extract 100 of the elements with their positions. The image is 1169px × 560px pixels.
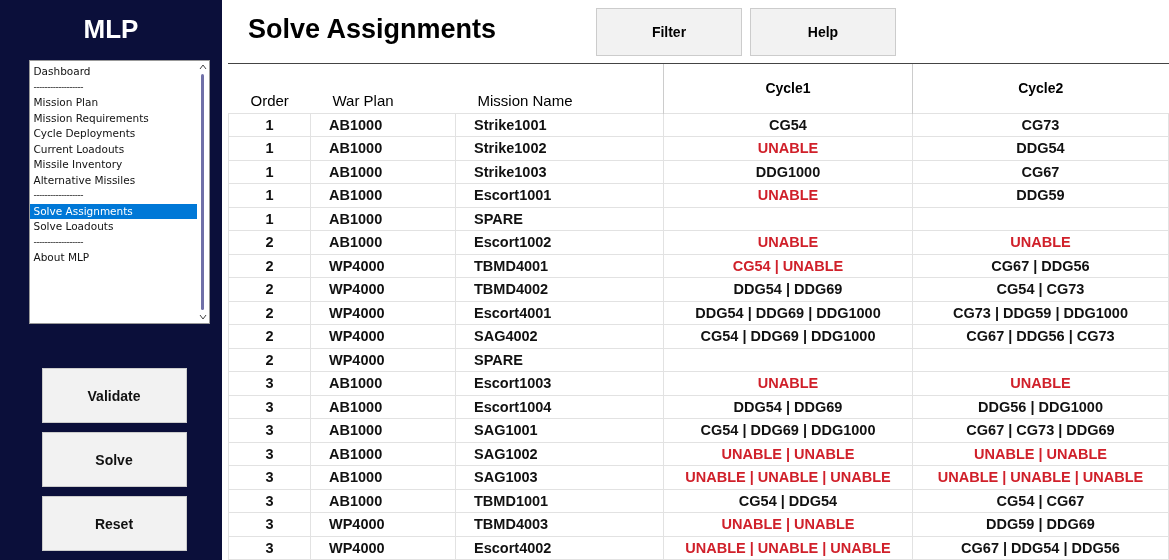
menu-item[interactable]: Solve Loadouts xyxy=(29,219,197,235)
table-cell: Escort1001 xyxy=(455,183,664,207)
table-cell: 2 xyxy=(228,254,311,278)
menu-separator: ------------------ xyxy=(32,235,84,249)
table-cell: DDG54 | DDG69 xyxy=(663,277,913,301)
table-cell: SPARE xyxy=(455,348,664,372)
table-cell: 3 xyxy=(228,465,311,489)
table-cell: AB1000 xyxy=(310,207,456,231)
table-cell: UNABLE | UNABLE xyxy=(663,442,913,466)
table-cell: UNABLE xyxy=(912,230,1169,254)
table-cell: AB1000 xyxy=(310,113,456,137)
table-cell: CG67 | DDG56 xyxy=(912,254,1169,278)
table-cell: 2 xyxy=(228,301,311,325)
table-cell: 3 xyxy=(228,442,311,466)
table-cell: Escort4001 xyxy=(455,301,664,325)
table-cell: DDG54 xyxy=(912,136,1169,160)
table-cell: CG67 | CG73 | DDG69 xyxy=(912,418,1169,442)
table-cell: SAG1001 xyxy=(455,418,664,442)
table-cell: 1 xyxy=(228,136,311,160)
action-button[interactable]: Solve xyxy=(41,432,187,487)
table-cell: UNABLE | UNABLE | UNABLE xyxy=(663,536,913,560)
table-cell: Strike1001 xyxy=(455,113,664,137)
table-cell: AB1000 xyxy=(310,442,456,466)
action-button[interactable]: Validate xyxy=(41,368,187,423)
table-cell: AB1000 xyxy=(310,465,456,489)
toolbar-button[interactable]: Help xyxy=(750,8,896,56)
table-cell: CG54 | UNABLE xyxy=(663,254,913,278)
column-header: Order xyxy=(228,63,311,113)
table-cell: WP4000 xyxy=(310,512,456,536)
column-header: Mission Name xyxy=(455,63,664,113)
table-cell: AB1000 xyxy=(310,489,456,513)
menu-item[interactable]: Solve Assignments xyxy=(29,203,197,219)
table-cell: 3 xyxy=(228,489,311,513)
table-cell: CG54 | DDG69 | DDG1000 xyxy=(663,324,913,348)
table-cell: CG67 | DDG54 | DDG56 xyxy=(912,536,1169,560)
table-cell: CG73 | DDG59 | DDG1000 xyxy=(912,301,1169,325)
table-cell: WP4000 xyxy=(310,277,456,301)
table-cell: CG54 xyxy=(663,113,913,137)
table-cell: Strike1003 xyxy=(455,160,664,184)
table-cell: DDG56 | DDG1000 xyxy=(912,395,1169,419)
table-cell: WP4000 xyxy=(310,254,456,278)
table-cell: TBMD4002 xyxy=(455,277,664,301)
scroll-down-icon[interactable] xyxy=(198,314,207,320)
table-cell: WP4000 xyxy=(310,324,456,348)
table-cell: WP4000 xyxy=(310,348,456,372)
table-cell: UNABLE xyxy=(663,183,913,207)
table-cell: AB1000 xyxy=(310,418,456,442)
menu-item[interactable]: Dashboard xyxy=(29,64,197,80)
table-cell: 2 xyxy=(228,277,311,301)
table-cell: Escort4002 xyxy=(455,536,664,560)
table-cell: 2 xyxy=(228,230,311,254)
app-title: MLP xyxy=(83,14,139,46)
table-cell: 1 xyxy=(228,207,311,231)
table-cell: CG67 | DDG56 | CG73 xyxy=(912,324,1169,348)
table-cell: WP4000 xyxy=(310,301,456,325)
table-cell: UNABLE xyxy=(912,371,1169,395)
menu-item[interactable]: About MLP xyxy=(29,250,197,266)
table-cell: 1 xyxy=(228,183,311,207)
menu-item[interactable]: Mission Plan xyxy=(29,95,197,111)
table-cell: UNABLE | UNABLE | UNABLE xyxy=(912,465,1169,489)
table-cell: CG54 | DDG54 xyxy=(663,489,913,513)
table-cell: 2 xyxy=(228,348,311,372)
action-button[interactable]: Reset xyxy=(41,496,187,551)
table-cell: TBMD4001 xyxy=(455,254,664,278)
table-cell: UNABLE xyxy=(663,136,913,160)
menu-item[interactable]: Missile Inventory xyxy=(29,157,197,173)
table-cell: SAG4002 xyxy=(455,324,664,348)
table-cell: DDG54 | DDG69 xyxy=(663,395,913,419)
table-cell: CG67 xyxy=(912,160,1169,184)
table-cell: DDG1000 xyxy=(663,160,913,184)
page-title: Solve Assignments xyxy=(248,14,498,45)
table-cell: Strike1002 xyxy=(455,136,664,160)
menu-item[interactable]: Cycle Deployments xyxy=(29,126,197,142)
table-cell: AB1000 xyxy=(310,395,456,419)
menu-item[interactable]: Current Loadouts xyxy=(29,141,197,157)
table-cell: AB1000 xyxy=(310,136,456,160)
table-cell: AB1000 xyxy=(310,160,456,184)
scroll-up-icon[interactable] xyxy=(198,64,207,70)
table-cell: UNABLE | UNABLE | UNABLE xyxy=(663,465,913,489)
scrollbar-thumb[interactable] xyxy=(201,74,204,310)
menu-item[interactable]: Mission Requirements xyxy=(29,110,197,126)
table-cell: SAG1003 xyxy=(455,465,664,489)
table-cell: 3 xyxy=(228,371,311,395)
table-cell: DDG54 | DDG69 | DDG1000 xyxy=(663,301,913,325)
table-cell: Escort1002 xyxy=(455,230,664,254)
table-cell: DDG59 | DDG69 xyxy=(912,512,1169,536)
menu-separator: ------------------ xyxy=(32,189,84,202)
table-cell: WP4000 xyxy=(310,536,456,560)
toolbar-button[interactable]: Filter xyxy=(596,8,742,56)
table-cell: Escort1003 xyxy=(455,371,664,395)
column-header: War Plan xyxy=(310,63,456,113)
column-header: Cycle1 xyxy=(663,63,913,113)
table-cell: 3 xyxy=(228,512,311,536)
table-cell: DDG59 xyxy=(912,183,1169,207)
table-cell: SAG1002 xyxy=(455,442,664,466)
table-cell: AB1000 xyxy=(310,183,456,207)
table-cell: CG73 xyxy=(912,113,1169,137)
table-cell: TBMD1001 xyxy=(455,489,664,513)
table-cell: UNABLE | UNABLE xyxy=(663,512,913,536)
menu-item[interactable]: Alternative Missiles xyxy=(29,172,197,188)
